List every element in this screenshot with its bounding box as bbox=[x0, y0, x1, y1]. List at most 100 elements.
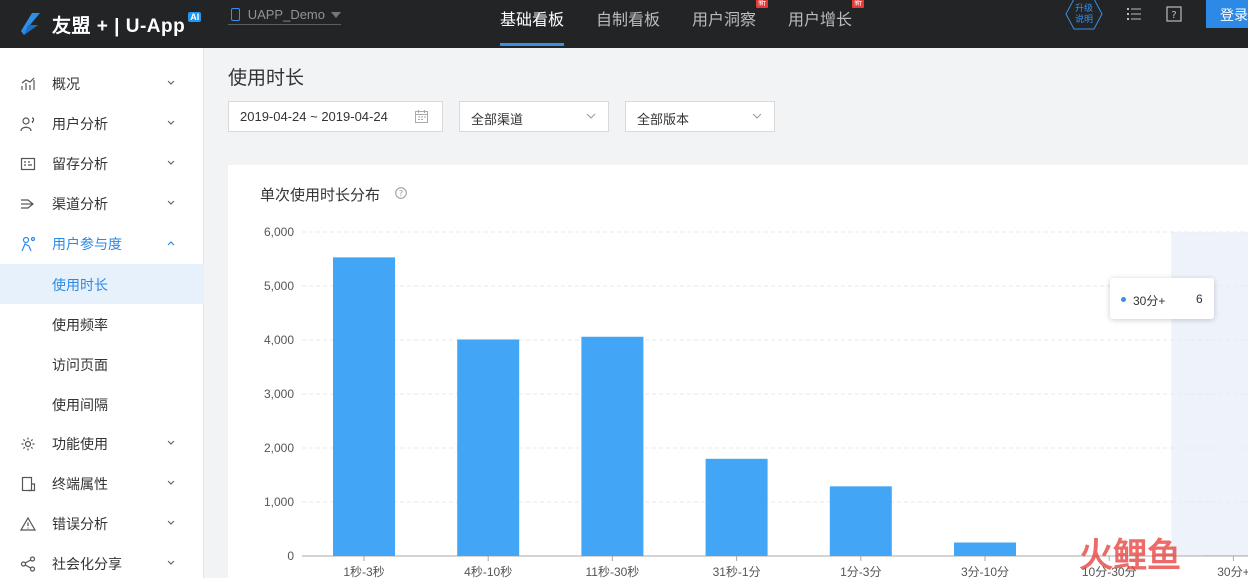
channel-select-value: 全部渠道 bbox=[471, 112, 524, 127]
brand-name: 友盟 + | U-App bbox=[52, 15, 186, 37]
nav-tab-label: 用户洞察 bbox=[692, 12, 757, 29]
version-select[interactable]: 全部版本 bbox=[625, 101, 775, 132]
x-tick-label: 11秒-30秒 bbox=[585, 565, 639, 578]
sidebar-subitem-pages[interactable]: 访问页面 bbox=[0, 344, 204, 384]
sidebar-item-label: 留存分析 bbox=[52, 156, 108, 172]
caret-down-icon bbox=[331, 11, 341, 18]
chevron-down-icon bbox=[752, 113, 762, 119]
sidebar-item-label: 错误分析 bbox=[52, 516, 108, 532]
sidebar-item-channel[interactable]: 渠道分析 bbox=[0, 184, 204, 224]
version-select-value: 全部版本 bbox=[637, 112, 690, 127]
top-bar: 友盟 + | U-App AI UAPP_Demo 基础看板 自制看板 用户洞察… bbox=[0, 0, 1248, 48]
chevron-down-icon bbox=[167, 80, 175, 85]
list-menu-icon[interactable] bbox=[1125, 5, 1143, 23]
chevron-down-icon bbox=[167, 560, 175, 565]
bar-0 bbox=[333, 257, 395, 556]
sidebar: 概况 用户分析 留存分析 渠道分析 用户参与度 使用时长 使用频率 访问页面 使… bbox=[0, 48, 204, 578]
calendar-icon bbox=[415, 110, 428, 123]
y-tick-label: 5,000 bbox=[264, 279, 294, 293]
chevron-down-icon bbox=[167, 480, 175, 485]
y-tick-label: 4,000 bbox=[264, 333, 294, 347]
sidebar-item-label: 终端属性 bbox=[52, 476, 108, 492]
nav-tab-label: 自制看板 bbox=[596, 12, 661, 29]
tooltip-value: 6 bbox=[1196, 292, 1203, 306]
sidebar-item-user-analysis[interactable]: 用户分析 bbox=[0, 104, 204, 144]
date-range-picker[interactable]: 2019-04-24 ~ 2019-04-24 bbox=[228, 101, 443, 132]
y-tick-label: 2,000 bbox=[264, 441, 294, 455]
sidebar-item-feature-usage[interactable]: 功能使用 bbox=[0, 424, 204, 464]
y-tick-label: 6,000 bbox=[264, 225, 294, 239]
nav-tab-basic-board[interactable]: 基础看板 bbox=[500, 0, 565, 48]
x-tick-label: 4秒-10秒 bbox=[464, 565, 512, 578]
sidebar-subitem-interval[interactable]: 使用间隔 bbox=[0, 384, 204, 424]
help-question-icon[interactable]: ? bbox=[1165, 5, 1183, 23]
retention-grid-icon bbox=[20, 157, 36, 171]
upgrade-line2: 说明 bbox=[1074, 14, 1093, 24]
new-badge: 新 bbox=[756, 0, 769, 8]
date-range-value: 2019-04-24 ~ 2019-04-24 bbox=[240, 109, 388, 124]
y-tick-label: 0 bbox=[287, 549, 294, 563]
y-tick-label: 3,000 bbox=[264, 387, 294, 401]
sidebar-item-label: 用户分析 bbox=[52, 116, 108, 132]
duration-distribution-card: 单次使用时长分布 ? 6,000 5,000 4,000 3,000 2,000 1,00… bbox=[228, 165, 1248, 578]
chevron-down-icon bbox=[586, 113, 596, 119]
engagement-icon bbox=[21, 236, 36, 252]
channel-select[interactable]: 全部渠道 bbox=[459, 101, 609, 132]
sidebar-item-label: 渠道分析 bbox=[52, 196, 108, 212]
page-title: 使用时长 bbox=[228, 68, 305, 89]
channel-arrows-icon bbox=[21, 199, 34, 209]
main-nav: 基础看板 自制看板 用户洞察 新 用户增长 新 bbox=[500, 0, 884, 48]
duration-bar-chart: 6,000 5,000 4,000 3,000 2,000 1,000 0 1秒-3秒 4秒-1… bbox=[264, 225, 1248, 578]
bar-3 bbox=[705, 458, 768, 556]
umeng-logo-icon bbox=[21, 13, 40, 35]
nav-tab-custom-board[interactable]: 自制看板 bbox=[596, 0, 660, 48]
nav-tab-user-insight[interactable]: 用户洞察 新 bbox=[692, 0, 769, 48]
bar-4 bbox=[829, 486, 892, 556]
sidebar-item-overview[interactable]: 概况 bbox=[0, 64, 204, 104]
bar-2 bbox=[581, 336, 644, 556]
new-badge: 新 bbox=[852, 0, 865, 8]
sidebar-item-engagement[interactable]: 用户参与度 bbox=[0, 224, 204, 264]
user-question-icon bbox=[20, 117, 35, 132]
share-icon bbox=[20, 556, 36, 572]
sidebar-item-label: 社会化分享 bbox=[52, 556, 122, 572]
x-tick-label: 31秒-1分 bbox=[713, 565, 761, 578]
brand-logo[interactable]: 友盟 + | U-App AI bbox=[18, 6, 202, 42]
sidebar-item-social-share[interactable]: 社会化分享 bbox=[0, 544, 204, 578]
series-dot bbox=[1121, 297, 1126, 302]
sidebar-item-label: 用户参与度 bbox=[52, 236, 122, 252]
login-button[interactable]: 登录 bbox=[1206, 0, 1248, 28]
x-tick-label: 3分-10分 bbox=[961, 565, 1009, 578]
x-tick-label: 1秒-3秒 bbox=[343, 565, 384, 578]
phone-icon bbox=[231, 8, 240, 21]
sidebar-item-errors[interactable]: 错误分析 bbox=[0, 504, 204, 544]
warning-icon bbox=[20, 516, 36, 531]
upgrade-line1: 升级 bbox=[1074, 3, 1093, 13]
sidebar-item-retention[interactable]: 留存分析 bbox=[0, 144, 204, 184]
brand-ai-badge: AI bbox=[188, 12, 202, 22]
bar-1 bbox=[457, 339, 520, 556]
chevron-down-icon bbox=[167, 200, 175, 205]
chart-tooltip: 30分+ 6 bbox=[1110, 278, 1214, 319]
sidebar-subitem-duration[interactable]: 使用时长 bbox=[0, 264, 204, 304]
device-icon bbox=[21, 476, 36, 492]
upgrade-info-button[interactable]: 升级 说明 bbox=[1064, 0, 1104, 30]
watermark-text: 火鲤鱼 bbox=[1079, 536, 1181, 575]
chevron-up-icon bbox=[167, 241, 175, 246]
nav-tab-user-growth[interactable]: 用户增长 新 bbox=[788, 0, 865, 48]
nav-tab-label: 用户增长 bbox=[788, 12, 853, 29]
bar-5 bbox=[954, 542, 1016, 556]
chevron-down-icon bbox=[167, 120, 175, 125]
y-tick-label: 1,000 bbox=[264, 495, 294, 509]
sidebar-subitem-frequency[interactable]: 使用频率 bbox=[0, 304, 204, 344]
nav-tab-label: 基础看板 bbox=[500, 12, 565, 29]
tooltip-category: 30分+ bbox=[1133, 294, 1166, 308]
svg-text:?: ? bbox=[1171, 10, 1176, 21]
sidebar-item-device[interactable]: 终端属性 bbox=[0, 464, 204, 504]
chevron-down-icon bbox=[167, 160, 175, 165]
x-tick-label: 1分-3分 bbox=[840, 565, 881, 578]
bar-trend-icon bbox=[21, 77, 35, 90]
app-selector[interactable]: UAPP_Demo bbox=[228, 5, 341, 25]
watermark-logo: 火鲤鱼 bbox=[1079, 536, 1181, 575]
chevron-down-icon bbox=[167, 520, 175, 525]
